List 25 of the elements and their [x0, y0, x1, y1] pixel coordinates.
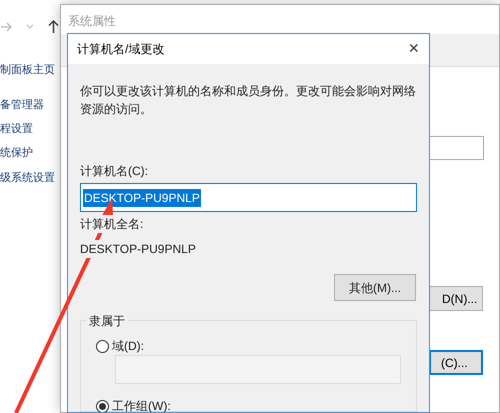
field-label: 计算机全名:	[80, 215, 144, 233]
forward-arrow-icon[interactable]	[0, 20, 12, 32]
chevron-down-icon[interactable]	[26, 24, 34, 30]
radio-button[interactable]	[96, 400, 109, 412]
radio-label: 域(D):	[112, 338, 144, 355]
sidebar-link[interactable]: 制面板主页	[0, 62, 55, 78]
field-label: 计算机名(C):	[80, 163, 148, 180]
sidebar-link[interactable]: 统保护	[0, 145, 33, 162]
close-button[interactable]: ×	[408, 36, 419, 60]
dialog-title: 计算机名/域更改	[77, 41, 164, 58]
text-field[interactable]	[429, 136, 484, 160]
sidebar-link[interactable]: 程设置	[0, 121, 33, 138]
sidebar-link[interactable]: 级系统设置	[0, 170, 55, 186]
more-button[interactable]: 其他(M)...	[334, 274, 416, 301]
radio-button[interactable]	[96, 340, 109, 352]
description-text: 你可以更改该计算机的名称和成员身份。更改可能会影响对网络资源的访问。	[80, 83, 417, 118]
network-id-button[interactable]: D(N)...	[429, 286, 483, 311]
domain-field[interactable]	[115, 355, 401, 384]
window-title: 系统属性	[68, 13, 116, 30]
sidebar-link[interactable]: 备管理器	[0, 97, 44, 114]
group-title: 隶属于	[86, 312, 128, 330]
change-button[interactable]: (C)...	[429, 350, 483, 375]
up-arrow-icon[interactable]	[48, 20, 59, 33]
full-name-text: DESKTOP-PU9PNLP	[80, 240, 196, 258]
computer-name-field[interactable]: DESKTOP-PU9PNLP	[80, 183, 417, 212]
